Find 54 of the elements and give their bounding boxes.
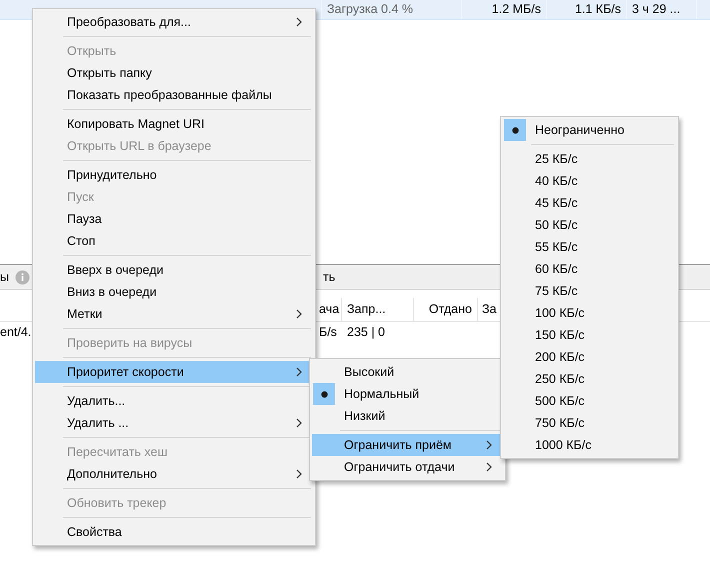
radio-dot-icon (320, 390, 328, 398)
menu-item[interactable]: Показать преобразованные файлы (35, 84, 313, 106)
menu-item[interactable]: 60 КБ/с (503, 258, 676, 280)
menu-item[interactable]: Метки (35, 303, 313, 325)
menu-item[interactable]: 750 КБ/с (503, 412, 676, 434)
menu-item[interactable]: 250 КБ/с (503, 368, 676, 390)
info-icon (14, 270, 30, 284)
table-cell: 3 ч 29 ... (627, 0, 697, 19)
menu-item[interactable]: Ограничить отдачи (312, 456, 503, 478)
menu-item[interactable]: Стоп (35, 230, 313, 252)
chevron-right-icon (486, 440, 493, 450)
menu-item[interactable]: Удалить... (35, 390, 313, 412)
tab[interactable]: ть (322, 270, 336, 284)
menu-item[interactable]: 150 КБ/с (503, 324, 676, 346)
table-cell: 1.1 КБ/s (547, 0, 627, 19)
menu-item[interactable]: Неограниченно (503, 119, 676, 141)
menu-item[interactable]: 55 КБ/с (503, 236, 676, 258)
chevron-right-icon (296, 17, 303, 27)
column-header[interactable]: Отдано (414, 298, 478, 321)
column-header[interactable]: Запр... (342, 298, 414, 321)
menu-item[interactable]: Принудительно (35, 164, 313, 186)
table-cell: Загрузка 0.4 % (322, 0, 462, 19)
menu-item[interactable]: Вниз в очереди (35, 281, 313, 303)
menu-item[interactable]: 500 КБ/с (503, 390, 676, 412)
chevron-right-icon (296, 309, 303, 319)
table-cell-text: 235 | 0 (346, 324, 386, 341)
menu-item[interactable]: Низкий (312, 405, 503, 427)
tab[interactable]: ы (0, 270, 9, 284)
menu-item[interactable]: Высокий (312, 361, 503, 383)
menu-item[interactable]: Открыть папку (35, 62, 313, 84)
menu-item[interactable]: 25 КБ/с (503, 148, 676, 170)
menu-item[interactable]: Пауза (35, 208, 313, 230)
table-cell-text: Б/s (318, 324, 338, 341)
menu-item[interactable]: Свойства (35, 521, 313, 543)
table-cell-text: ent/4. (0, 324, 32, 341)
menu-item[interactable]: 40 КБ/с (503, 170, 676, 192)
menu-item[interactable]: 1000 КБ/с (503, 434, 676, 456)
menu-item[interactable]: 200 КБ/с (503, 346, 676, 368)
menu-item[interactable]: Ограничить приём (312, 434, 503, 456)
menu-item[interactable]: 75 КБ/с (503, 280, 676, 302)
chevron-right-icon (296, 367, 303, 377)
table-cell: 1.2 МБ/s (462, 0, 547, 19)
menu-item[interactable]: 50 КБ/с (503, 214, 676, 236)
menu-item[interactable]: Нормальный (312, 383, 503, 405)
menu-item[interactable]: 100 КБ/с (503, 302, 676, 324)
radio-dot-icon (512, 126, 518, 134)
menu-item[interactable]: 45 КБ/с (503, 192, 676, 214)
menu-item[interactable]: Вверх в очереди (35, 259, 313, 281)
menu-item[interactable]: Удалить ... (35, 412, 313, 434)
menu-item[interactable]: Копировать Magnet URI (35, 113, 313, 135)
chevron-right-icon (486, 462, 493, 472)
chevron-right-icon (296, 418, 303, 428)
chevron-right-icon (296, 469, 303, 479)
menu-item[interactable]: Дополнительно (35, 463, 313, 485)
